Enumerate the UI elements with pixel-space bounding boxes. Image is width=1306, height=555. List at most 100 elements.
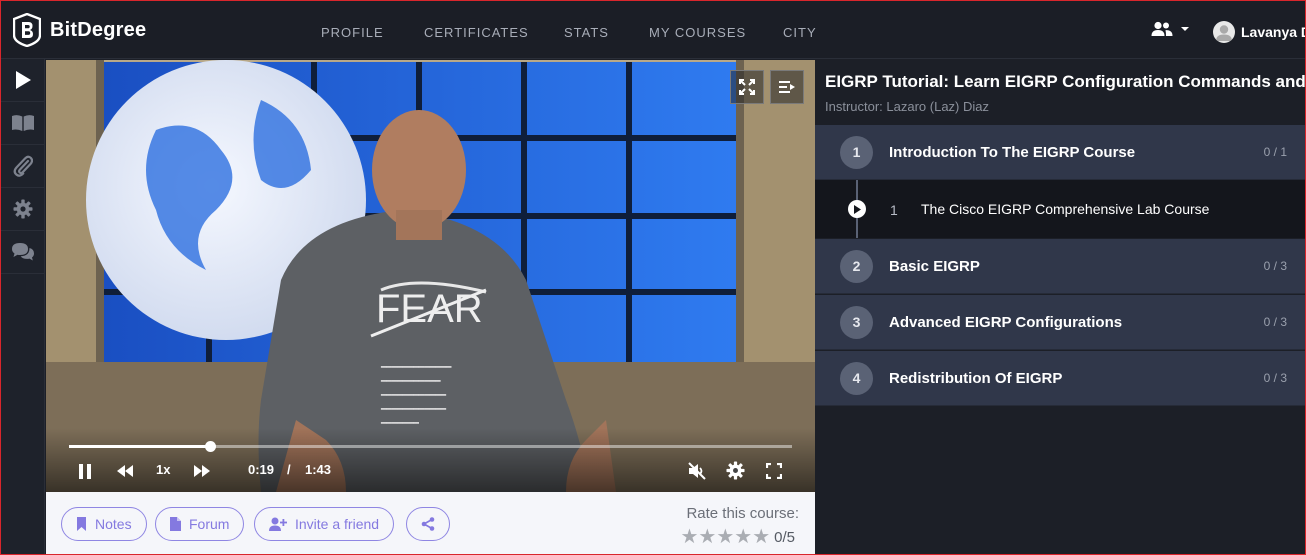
section-title: Introduction To The EIGRP Course: [889, 143, 1136, 161]
pause-button[interactable]: [78, 464, 92, 482]
nav-city[interactable]: CITY: [783, 25, 817, 40]
star-3-icon[interactable]: ★: [716, 527, 734, 547]
gear-icon: [726, 461, 745, 480]
chat-icon: [11, 243, 34, 261]
add-user-icon: [269, 517, 287, 531]
nav-certificates[interactable]: CERTIFICATES: [424, 25, 529, 40]
svg-text:━━━━━━━━━━━━: ━━━━━━━━━━━━: [380, 390, 447, 400]
progress-fill: [69, 445, 210, 448]
svg-text:━━━━━━━━━━━━: ━━━━━━━━━━━━: [380, 404, 447, 414]
star-2-icon[interactable]: ★: [698, 527, 716, 547]
brand-name: BitDegree: [50, 18, 147, 41]
fast-forward-button[interactable]: [194, 465, 210, 480]
instructor-name: Instructor: Lazaro (Laz) Diaz: [825, 99, 990, 114]
section-number: 4: [840, 361, 873, 395]
brand-logo[interactable]: BitDegree: [13, 13, 146, 47]
notes-label: Notes: [95, 516, 132, 532]
section-title: Redistribution Of EIGRP: [889, 369, 1063, 387]
progress-handle[interactable]: [204, 441, 216, 452]
rating-stars: ★ ★ ★ ★ ★ 0/5: [680, 527, 795, 547]
lesson-action-bar: Notes Forum Invite a friend Rate this co…: [46, 492, 815, 554]
app-window: BitDegree PROFILE CERTIFICATES STATS MY …: [0, 0, 1306, 555]
nav-profile[interactable]: PROFILE: [321, 25, 384, 40]
section-number: 3: [840, 305, 873, 339]
svg-text:━━━━━━━: ━━━━━━━: [380, 418, 420, 428]
left-tool-rail: [1, 59, 45, 554]
section-title: Advanced EIGRP Configurations: [889, 313, 1123, 331]
document-icon: [170, 517, 181, 531]
section-item[interactable]: 3 Advanced EIGRP Configurations 0 / 3: [815, 295, 1305, 350]
user-name: Lavanya D: [1241, 24, 1306, 40]
lesson-play-icon: [848, 200, 866, 218]
rewind-icon: [117, 465, 133, 477]
rail-settings-button[interactable]: [1, 188, 44, 231]
current-time: 0:19: [248, 462, 275, 477]
nav-stats[interactable]: STATS: [564, 25, 609, 40]
playback-speed-button[interactable]: 1x: [156, 462, 170, 477]
share-icon: [421, 517, 435, 531]
section-progress: 0 / 3: [1263, 259, 1287, 273]
svg-text:FEAR: FEAR: [376, 287, 483, 331]
chevron-down-icon: [1181, 27, 1189, 31]
video-fullscreen-button[interactable]: [765, 462, 783, 482]
forum-label: Forum: [189, 516, 230, 532]
section-title: Basic EIGRP: [889, 257, 980, 275]
section-item[interactable]: 4 Redistribution Of EIGRP 0 / 3: [815, 351, 1305, 406]
expand-icon: [739, 79, 755, 95]
share-button[interactable]: [406, 507, 450, 541]
gear-icon: [13, 199, 32, 219]
avatar: [1213, 21, 1235, 43]
invite-friend-button[interactable]: Invite a friend: [254, 507, 395, 541]
bitdegree-logo-icon: [13, 13, 41, 47]
video-settings-button[interactable]: [726, 461, 745, 483]
section-item[interactable]: 2 Basic EIGRP 0 / 3: [815, 239, 1305, 294]
svg-text:━━━━━━━━━━━━━: ━━━━━━━━━━━━━: [380, 362, 452, 372]
rail-chat-button[interactable]: [1, 231, 44, 274]
lesson-number: 1: [890, 202, 898, 218]
section-number: 2: [840, 249, 873, 283]
paperclip-icon: [13, 155, 33, 177]
section-progress: 0 / 3: [1263, 371, 1287, 385]
users-icon: [1151, 21, 1173, 36]
progress-bar[interactable]: [69, 441, 792, 452]
muted-speaker-icon: [688, 462, 706, 480]
rail-attachments-button[interactable]: [1, 145, 44, 188]
play-icon: [15, 71, 31, 89]
duration: 1:43: [305, 462, 332, 477]
svg-text:━━━━━━━━━━━: ━━━━━━━━━━━: [380, 376, 441, 386]
course-outline-panel: EIGRP Tutorial: Learn EIGRP Configuratio…: [815, 60, 1306, 554]
playlist-icon: [779, 81, 795, 93]
star-1-icon[interactable]: ★: [680, 527, 698, 547]
time-separator: /: [287, 462, 291, 477]
star-5-icon[interactable]: ★: [752, 527, 770, 547]
rewind-button[interactable]: [117, 465, 133, 480]
fast-forward-icon: [194, 465, 210, 477]
invite-label: Invite a friend: [295, 516, 380, 532]
course-title: EIGRP Tutorial: Learn EIGRP Configuratio…: [825, 72, 1306, 91]
fullscreen-toggle-button[interactable]: [730, 70, 764, 104]
notes-button[interactable]: Notes: [61, 507, 147, 541]
lesson-item-active[interactable]: 1 The Cisco EIGRP Comprehensive Lab Cour…: [815, 180, 1305, 238]
playlist-toggle-button[interactable]: [770, 70, 804, 104]
lesson-title: The Cisco EIGRP Comprehensive Lab Course: [921, 201, 1210, 217]
rate-course-label: Rate this course:: [686, 505, 799, 522]
video-controls: 1x 0:19 / 1:43: [46, 428, 815, 492]
book-icon: [11, 115, 34, 131]
forum-button[interactable]: Forum: [155, 507, 245, 541]
pause-icon: [79, 464, 91, 479]
section-item[interactable]: 1 Introduction To The EIGRP Course 0 / 1: [815, 125, 1305, 180]
video-player[interactable]: FEAR ━━━━━━━━━━━━━ ━━━━━━━━━━━ ━━━━━━━━━…: [46, 60, 815, 492]
user-menu[interactable]: Lavanya D: [1213, 21, 1306, 43]
mute-button[interactable]: [687, 462, 707, 483]
section-number: 1: [840, 135, 873, 169]
bookmark-icon: [77, 517, 86, 531]
rail-video-button[interactable]: [1, 59, 44, 102]
section-progress: 0 / 3: [1263, 315, 1287, 329]
nav-my-courses[interactable]: MY COURSES: [649, 25, 746, 40]
users-dropdown-button[interactable]: [1151, 21, 1191, 37]
star-4-icon[interactable]: ★: [734, 527, 752, 547]
section-progress: 0 / 1: [1263, 145, 1287, 159]
rating-value: 0/5: [774, 528, 795, 546]
fullscreen-icon: [765, 462, 783, 480]
rail-materials-button[interactable]: [1, 102, 44, 145]
